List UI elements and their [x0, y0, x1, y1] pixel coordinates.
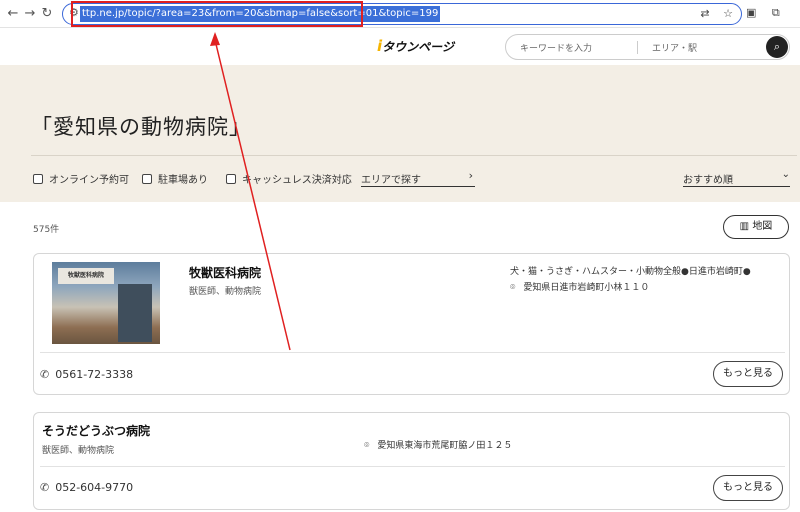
keyword-input[interactable]: キーワードを入力 [520, 41, 592, 54]
checkbox-icon[interactable] [226, 174, 236, 184]
filter-label: 駐車場あり [158, 175, 208, 186]
area-search-label: エリアで探す [361, 175, 421, 186]
checkbox-icon[interactable] [33, 174, 43, 184]
address-text: 愛知県東海市荒尾町脇ノ田１２５ [377, 441, 513, 451]
phone-number[interactable]: 0561-72-3338 [55, 368, 133, 381]
clinic-name[interactable]: 牧獣医科病院 [189, 264, 261, 281]
search-box: キーワードを入力 エリア・駅 ⌕ [505, 34, 790, 60]
photo-door [118, 284, 152, 342]
search-button[interactable]: ⌕ [766, 36, 788, 58]
translate-icon[interactable]: ⇄ [700, 7, 709, 20]
townpage-logo[interactable]: iタウンページ [377, 37, 454, 55]
back-icon[interactable]: ← [4, 5, 22, 23]
card-divider [40, 466, 785, 467]
result-card[interactable]: 牧獣医科病院 牧獣医科病院 獣医師、動物病院 犬・猫・うさぎ・ハムスター・小動物… [33, 253, 790, 395]
address-text: 愛知県日進市岩崎町小林１１０ [523, 283, 650, 293]
clinic-category: 獣医師、動物病院 [189, 287, 262, 297]
clinic-address: ⌾ 愛知県日進市岩崎町小林１１０ [510, 280, 649, 293]
search-icon: ⌕ [773, 40, 781, 53]
clinic-description: 犬・猫・うさぎ・ハムスター・小動物全般●日進市岩崎町● [510, 267, 751, 277]
reload-icon[interactable]: ↻ [38, 5, 56, 23]
clinic-name[interactable]: そうだどうぶつ病院 [42, 422, 150, 439]
location-pin-icon: ⌾ [510, 283, 516, 293]
clinic-photo[interactable]: 牧獣医科病院 [52, 262, 160, 344]
clinic-category: 獣医師、動物病院 [42, 446, 115, 456]
bookmark-star-icon[interactable]: ☆ [723, 7, 733, 20]
phone-number[interactable]: 052-604-9770 [55, 481, 133, 494]
map-button[interactable]: ▥ 地図 [723, 215, 789, 239]
filter-parking[interactable]: 駐車場あり [142, 171, 208, 186]
photo-sign: 牧獣医科病院 [58, 268, 114, 284]
search-divider [637, 41, 638, 54]
result-card[interactable]: そうだどうぶつ病院 獣医師、動物病院 ⌾ 愛知県東海市荒尾町脇ノ田１２５ ✆ 052… [33, 412, 790, 510]
filter-label: キャッシュレス決済対応 [242, 175, 352, 186]
result-count: 575件 [33, 225, 60, 235]
forward-icon[interactable]: → [21, 5, 39, 23]
extension-icon[interactable]: ▣ [746, 6, 756, 19]
puzzle-icon[interactable]: ⧉ [772, 6, 780, 19]
area-input[interactable]: エリア・駅 [652, 41, 697, 54]
filter-label: オンライン予約可 [49, 175, 129, 186]
phone-icon: ✆ [40, 481, 50, 494]
card-divider [40, 352, 785, 353]
topic-banner: 「愛知県の動物病院」 オンライン予約可 駐車場あり キャッシュレス決済対応 エリ… [0, 65, 800, 202]
filter-online-booking[interactable]: オンライン予約可 [33, 171, 129, 186]
phone-icon: ✆ [40, 368, 50, 381]
page-title: 「愛知県の動物病院」 [31, 115, 251, 139]
sort-label: おすすめ順 [683, 175, 733, 186]
location-pin-icon: ⌾ [364, 441, 370, 451]
clinic-address: ⌾ 愛知県東海市荒尾町脇ノ田１２５ [364, 438, 512, 451]
chevron-down-icon: ⌄ [781, 169, 790, 180]
clinic-phone[interactable]: ✆ 0561-72-3338 [40, 368, 133, 381]
url-highlight-box [71, 1, 363, 27]
site-header: iタウンページ キーワードを入力 エリア・駅 ⌕ [0, 28, 800, 65]
area-search-dropdown[interactable]: エリアで探す › [361, 165, 475, 187]
map-label: 地図 [752, 221, 773, 232]
checkbox-icon[interactable] [142, 174, 152, 184]
chevron-right-icon: › [468, 169, 473, 182]
sort-select[interactable]: おすすめ順 ⌄ [683, 165, 790, 187]
filter-cashless[interactable]: キャッシュレス決済対応 [226, 171, 352, 186]
clinic-phone[interactable]: ✆ 052-604-9770 [40, 481, 133, 494]
more-button[interactable]: もっと見る [713, 475, 783, 501]
banner-divider [31, 155, 797, 156]
more-button[interactable]: もっと見る [713, 361, 783, 387]
logo-text: タウンページ [382, 40, 454, 54]
map-icon: ▥ [739, 221, 750, 232]
